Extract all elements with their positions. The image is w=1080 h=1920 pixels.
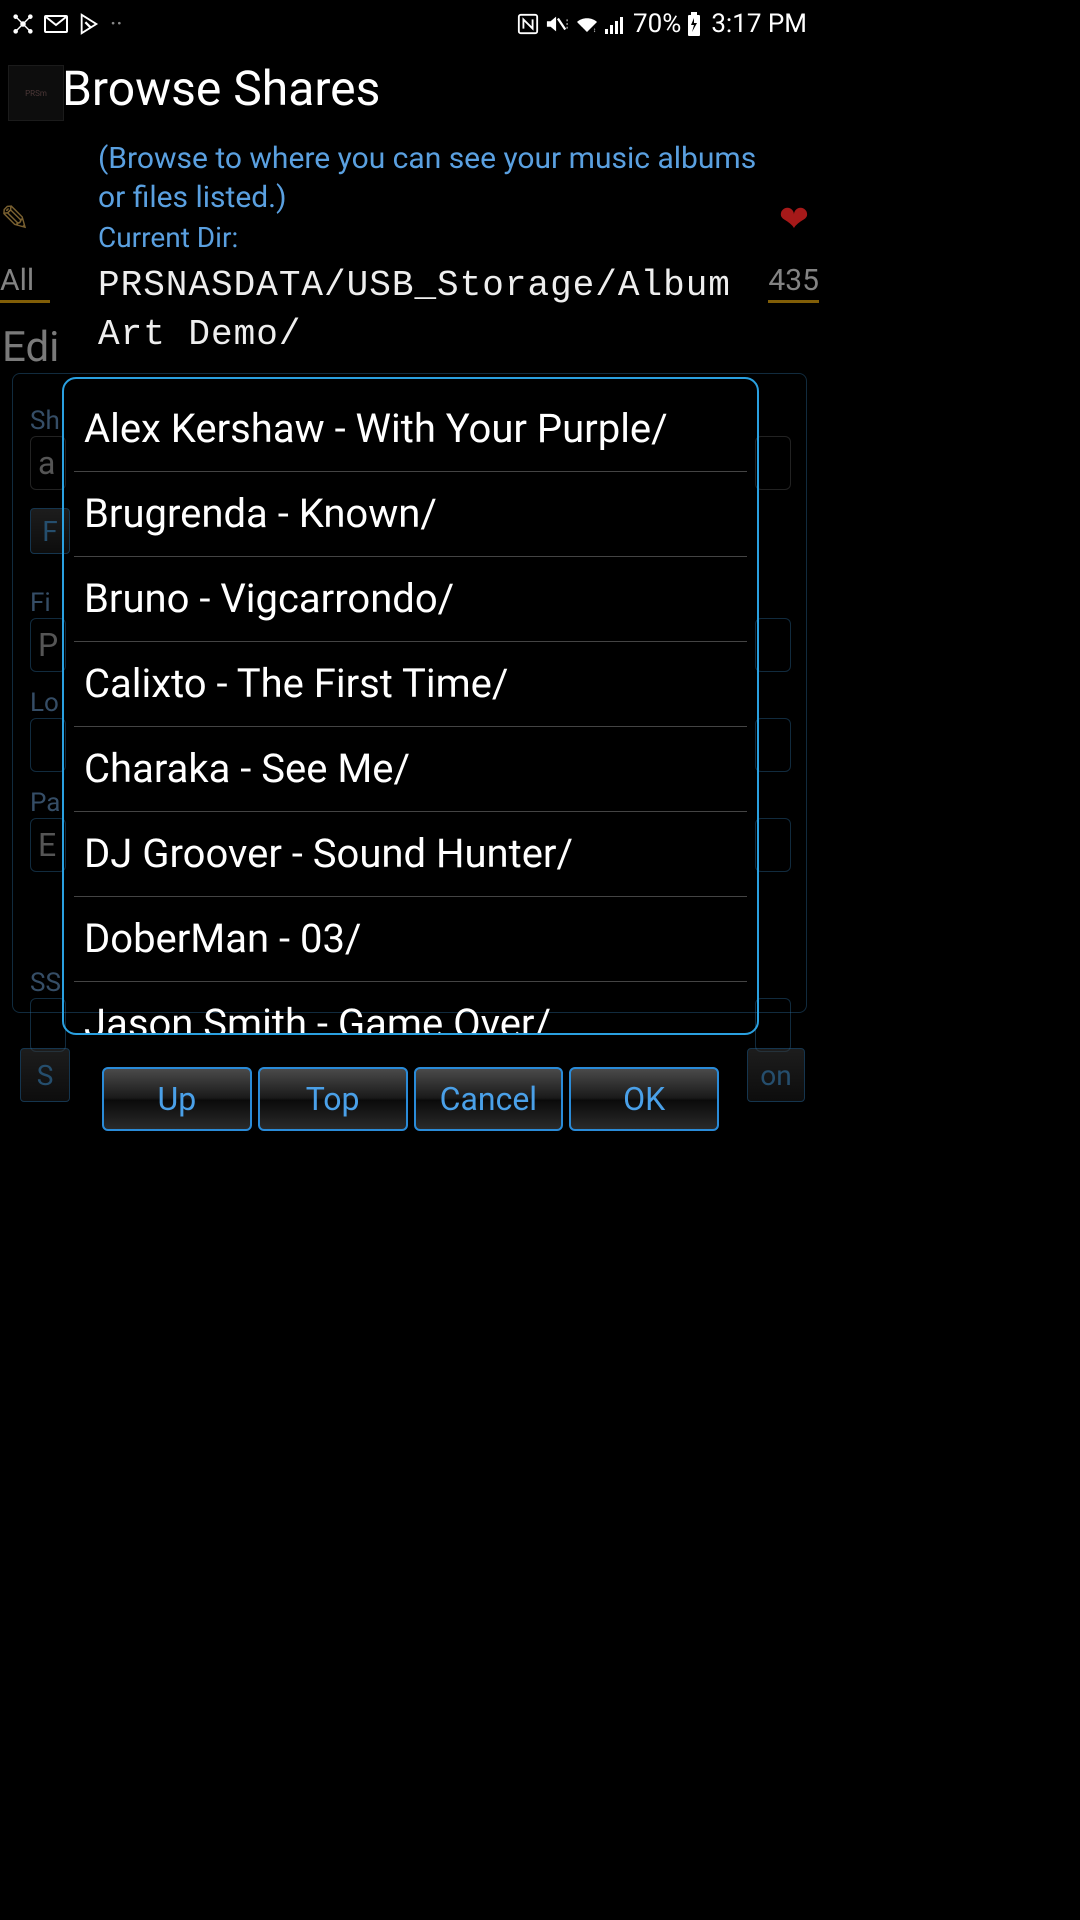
file-item[interactable]: Brugrenda - Known/ [74, 472, 747, 557]
battery-icon [687, 12, 701, 36]
app-logo-icon: PRSm [8, 65, 64, 121]
bg-value-a: a [38, 444, 55, 482]
battery-percent: 70% [633, 9, 681, 39]
bg-edit-label: Edi [2, 323, 59, 372]
bg-input-lo [30, 718, 66, 772]
cancel-button[interactable]: Cancel [414, 1067, 564, 1131]
dialog-title: Browse Shares [62, 60, 759, 117]
bg-input-right3 [755, 718, 791, 772]
status-right: ↕ 70% 3:17 PM [517, 9, 807, 39]
bg-value-p: P [38, 626, 58, 664]
current-dir-path: PRSNASDATA/USB_Storage/Album Art Demo/ [98, 262, 759, 359]
dialog-button-row: Up Top Cancel OK [62, 1067, 759, 1131]
bg-label-lo: Lo [30, 688, 59, 718]
signal-icon [605, 14, 627, 34]
bg-input-right4 [755, 818, 791, 872]
browse-shares-dialog: Browse Shares (Browse to where you can s… [62, 60, 759, 1131]
top-button[interactable]: Top [258, 1067, 408, 1131]
wifi-icon: ↕ [575, 14, 599, 34]
connect-icon [12, 13, 34, 35]
bg-label-ss: SS [30, 968, 61, 998]
bg-input-right2 [755, 618, 791, 672]
file-item[interactable]: Bruno - Vigcarrondo/ [74, 557, 747, 642]
file-item[interactable]: DoberMan - 03/ [74, 897, 747, 982]
file-item[interactable]: Jason Smith - Game Over/ [74, 982, 747, 1035]
email-icon [44, 14, 68, 34]
dialog-hint: (Browse to where you can see your music … [98, 139, 759, 217]
bg-label-pa: Pa [30, 788, 60, 818]
more-icon: ·· [110, 10, 123, 38]
bg-input-right1 [755, 436, 791, 490]
bg-count: 435 [768, 263, 819, 303]
current-dir-label: Current Dir: [98, 221, 759, 254]
bg-all-label: All [0, 263, 50, 303]
up-button[interactable]: Up [102, 1067, 252, 1131]
file-item[interactable]: Charaka - See Me/ [74, 727, 747, 812]
ok-button[interactable]: OK [569, 1067, 719, 1131]
svg-text:↕: ↕ [593, 27, 596, 34]
bg-label-sh: Sh [30, 406, 60, 436]
bg-input-ss [30, 998, 66, 1052]
status-left-icons: ·· [12, 10, 123, 38]
clock-time: 3:17 PM [711, 9, 807, 39]
heart-icon: ❤ [779, 198, 809, 240]
status-bar: ·· ↕ 70% 3:17 PM [0, 0, 819, 48]
bg-label-fi: Fi [30, 588, 51, 618]
file-list[interactable]: Alex Kershaw - With Your Purple/ Brugren… [62, 377, 759, 1035]
file-item[interactable]: DJ Groover - Sound Hunter/ [74, 812, 747, 897]
bg-value-e: E [38, 826, 56, 864]
nfc-icon [517, 13, 539, 35]
file-item[interactable]: Calixto - The First Time/ [74, 642, 747, 727]
mute-vibrate-icon [545, 13, 569, 35]
play-icon [78, 13, 100, 35]
file-item[interactable]: Alex Kershaw - With Your Purple/ [74, 387, 747, 472]
pencil-icon: ✎ [0, 198, 30, 240]
bg-input-right5 [755, 998, 791, 1052]
